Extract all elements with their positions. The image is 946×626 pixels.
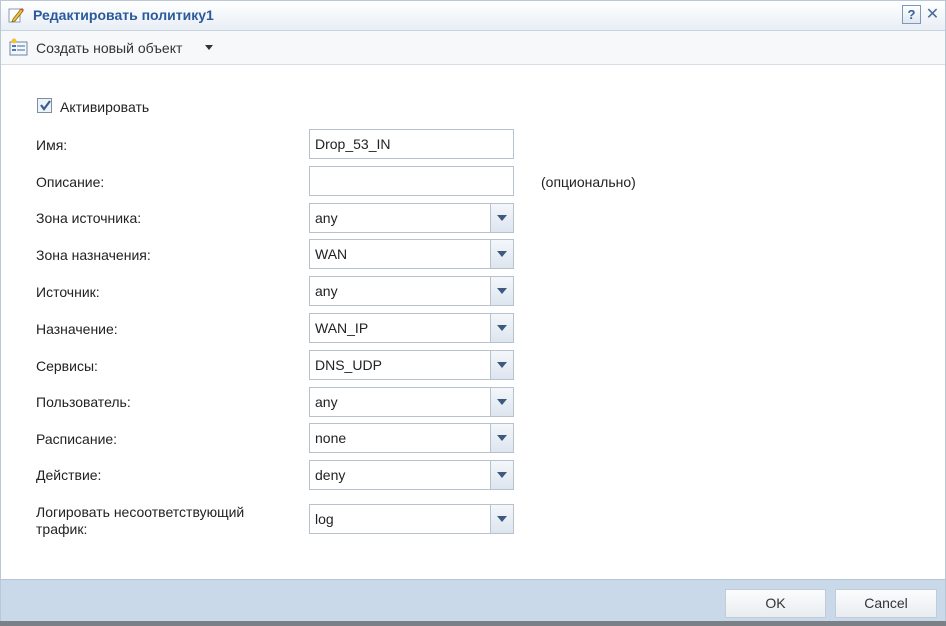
- schedule-select[interactable]: none: [309, 423, 514, 453]
- dialog-footer: OK Cancel: [1, 579, 945, 626]
- name-input[interactable]: Drop_53_IN: [309, 129, 514, 159]
- create-new-object-menu[interactable]: Создать новый объект: [36, 40, 182, 56]
- chevron-down-icon[interactable]: [490, 240, 513, 268]
- toolbar: Создать новый объект: [1, 31, 945, 65]
- user-label: Пользователь:: [36, 394, 131, 410]
- services-value: DNS_UDP: [315, 357, 382, 373]
- schedule-value: none: [315, 430, 347, 446]
- chevron-down-icon[interactable]: [205, 45, 213, 50]
- activate-label: Активировать: [60, 99, 150, 115]
- edit-policy-dialog: Редактировать политику1 ? ✕ Создать новы…: [0, 0, 946, 626]
- user-select[interactable]: any: [309, 387, 514, 417]
- services-select[interactable]: DNS_UDP: [309, 350, 514, 380]
- chevron-down-icon[interactable]: [490, 388, 513, 416]
- dialog-title: Редактировать политику1: [33, 7, 214, 23]
- user-value: any: [315, 394, 338, 410]
- chevron-down-icon[interactable]: [490, 461, 513, 489]
- destination-zone-value: WAN: [315, 246, 348, 262]
- source-zone-label: Зона источника:: [36, 210, 142, 226]
- destination-value: WAN_IP: [315, 320, 369, 336]
- title-bar: Редактировать политику1 ? ✕: [1, 1, 945, 31]
- log-select[interactable]: log: [309, 504, 514, 534]
- chevron-down-icon[interactable]: [490, 314, 513, 342]
- chevron-down-icon[interactable]: [490, 424, 513, 452]
- source-label: Источник:: [36, 284, 100, 300]
- services-label: Сервисы:: [36, 358, 98, 374]
- description-label: Описание:: [36, 174, 105, 190]
- chevron-down-icon[interactable]: [490, 277, 513, 305]
- help-button[interactable]: ?: [902, 5, 921, 24]
- source-zone-select[interactable]: any: [309, 203, 514, 233]
- destination-zone-select[interactable]: WAN: [309, 239, 514, 269]
- new-object-icon: [9, 38, 29, 56]
- log-label-line2: трафик:: [36, 521, 88, 537]
- ok-button[interactable]: OK: [725, 589, 826, 618]
- pencil-edit-icon: [8, 6, 24, 24]
- destination-zone-label: Зона назначения:: [36, 247, 151, 263]
- log-label-line1: Логировать несоответствующий: [36, 504, 245, 520]
- destination-select[interactable]: WAN_IP: [309, 313, 514, 343]
- activate-checkbox[interactable]: [37, 98, 52, 113]
- action-select[interactable]: deny: [309, 460, 514, 490]
- log-value: log: [315, 511, 334, 527]
- action-label: Действие:: [36, 467, 102, 483]
- schedule-label: Расписание:: [36, 431, 118, 447]
- source-select[interactable]: any: [309, 276, 514, 306]
- action-value: deny: [315, 467, 346, 483]
- description-input[interactable]: [309, 166, 514, 196]
- name-label: Имя:: [36, 137, 68, 153]
- cancel-button[interactable]: Cancel: [835, 589, 937, 618]
- optional-hint: (опционально): [541, 174, 636, 190]
- source-value: any: [315, 283, 338, 299]
- chevron-down-icon[interactable]: [490, 351, 513, 379]
- close-button[interactable]: ✕: [923, 5, 942, 24]
- bottom-edge: [0, 621, 946, 626]
- source-zone-value: any: [315, 210, 338, 226]
- destination-label: Назначение:: [36, 321, 118, 337]
- chevron-down-icon[interactable]: [490, 204, 513, 232]
- chevron-down-icon[interactable]: [490, 505, 513, 533]
